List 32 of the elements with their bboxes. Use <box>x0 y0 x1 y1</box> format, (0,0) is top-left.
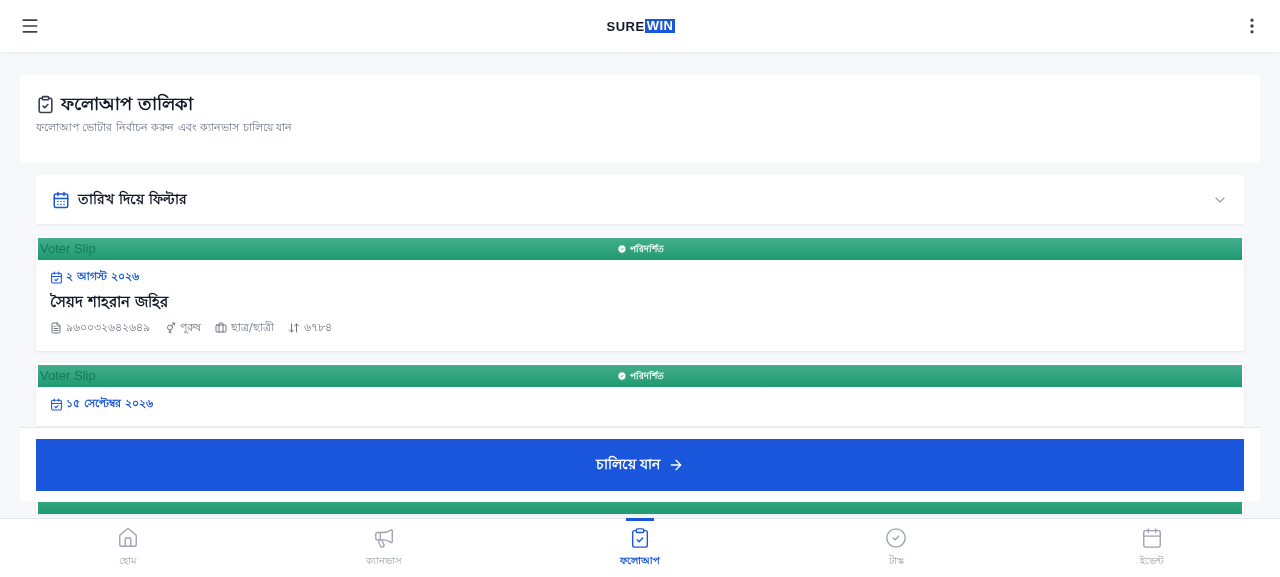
menu-icon[interactable] <box>20 16 40 36</box>
calendar-icon <box>52 190 70 209</box>
clipboard-check-icon <box>629 526 651 549</box>
serial-icon <box>287 322 300 334</box>
page-subtitle: ফলোআপ ভোটার নির্বাচন করুন এবং ক্যানভাস চালিয়ে যান <box>36 120 294 136</box>
visit-date: ২ আগস্ট ২০২৬ <box>66 269 139 285</box>
calendar-icon <box>50 397 63 411</box>
status-label: পরিদর্শিত <box>629 242 664 256</box>
status-label: পরিদর্শিত <box>629 369 664 383</box>
calendar-icon <box>1141 526 1163 549</box>
check-circle-icon <box>885 526 907 549</box>
continue-button[interactable]: চালিয়ে যান <box>36 439 1244 491</box>
megaphone-icon <box>373 526 395 549</box>
voter-name: সৈয়দ শাহরান জহির <box>50 291 170 313</box>
voter-occupation: ছাত্র/ছাত্রী <box>231 320 274 336</box>
voter-id: ৯৬০০৩২৬৪২৬৪৯ <box>66 320 150 336</box>
voter-gender: পুরুষ <box>180 320 201 336</box>
check-icon <box>616 371 627 381</box>
calendar-icon <box>50 270 63 284</box>
clipboard-check-icon <box>36 94 55 114</box>
check-icon <box>616 244 627 254</box>
filter-label: তারিখ দিয়ে ফিল্টার <box>78 189 187 209</box>
date-filter[interactable]: তারিখ দিয়ে ফিল্টার <box>36 175 1244 224</box>
logo: SURE WIN <box>606 18 676 34</box>
voter-serial: ৬৭৮৪ <box>303 320 332 336</box>
home-icon <box>117 526 139 549</box>
occupation-icon <box>215 322 227 334</box>
visit-date: ১৫ সেপ্টেম্বর ২০২৬ <box>66 396 153 412</box>
page-title: ফলোআপ তালিকা <box>61 92 194 116</box>
gender-icon <box>164 322 176 334</box>
nav-tab[interactable]: ফলোআপ <box>512 519 768 577</box>
id-icon <box>50 322 62 334</box>
